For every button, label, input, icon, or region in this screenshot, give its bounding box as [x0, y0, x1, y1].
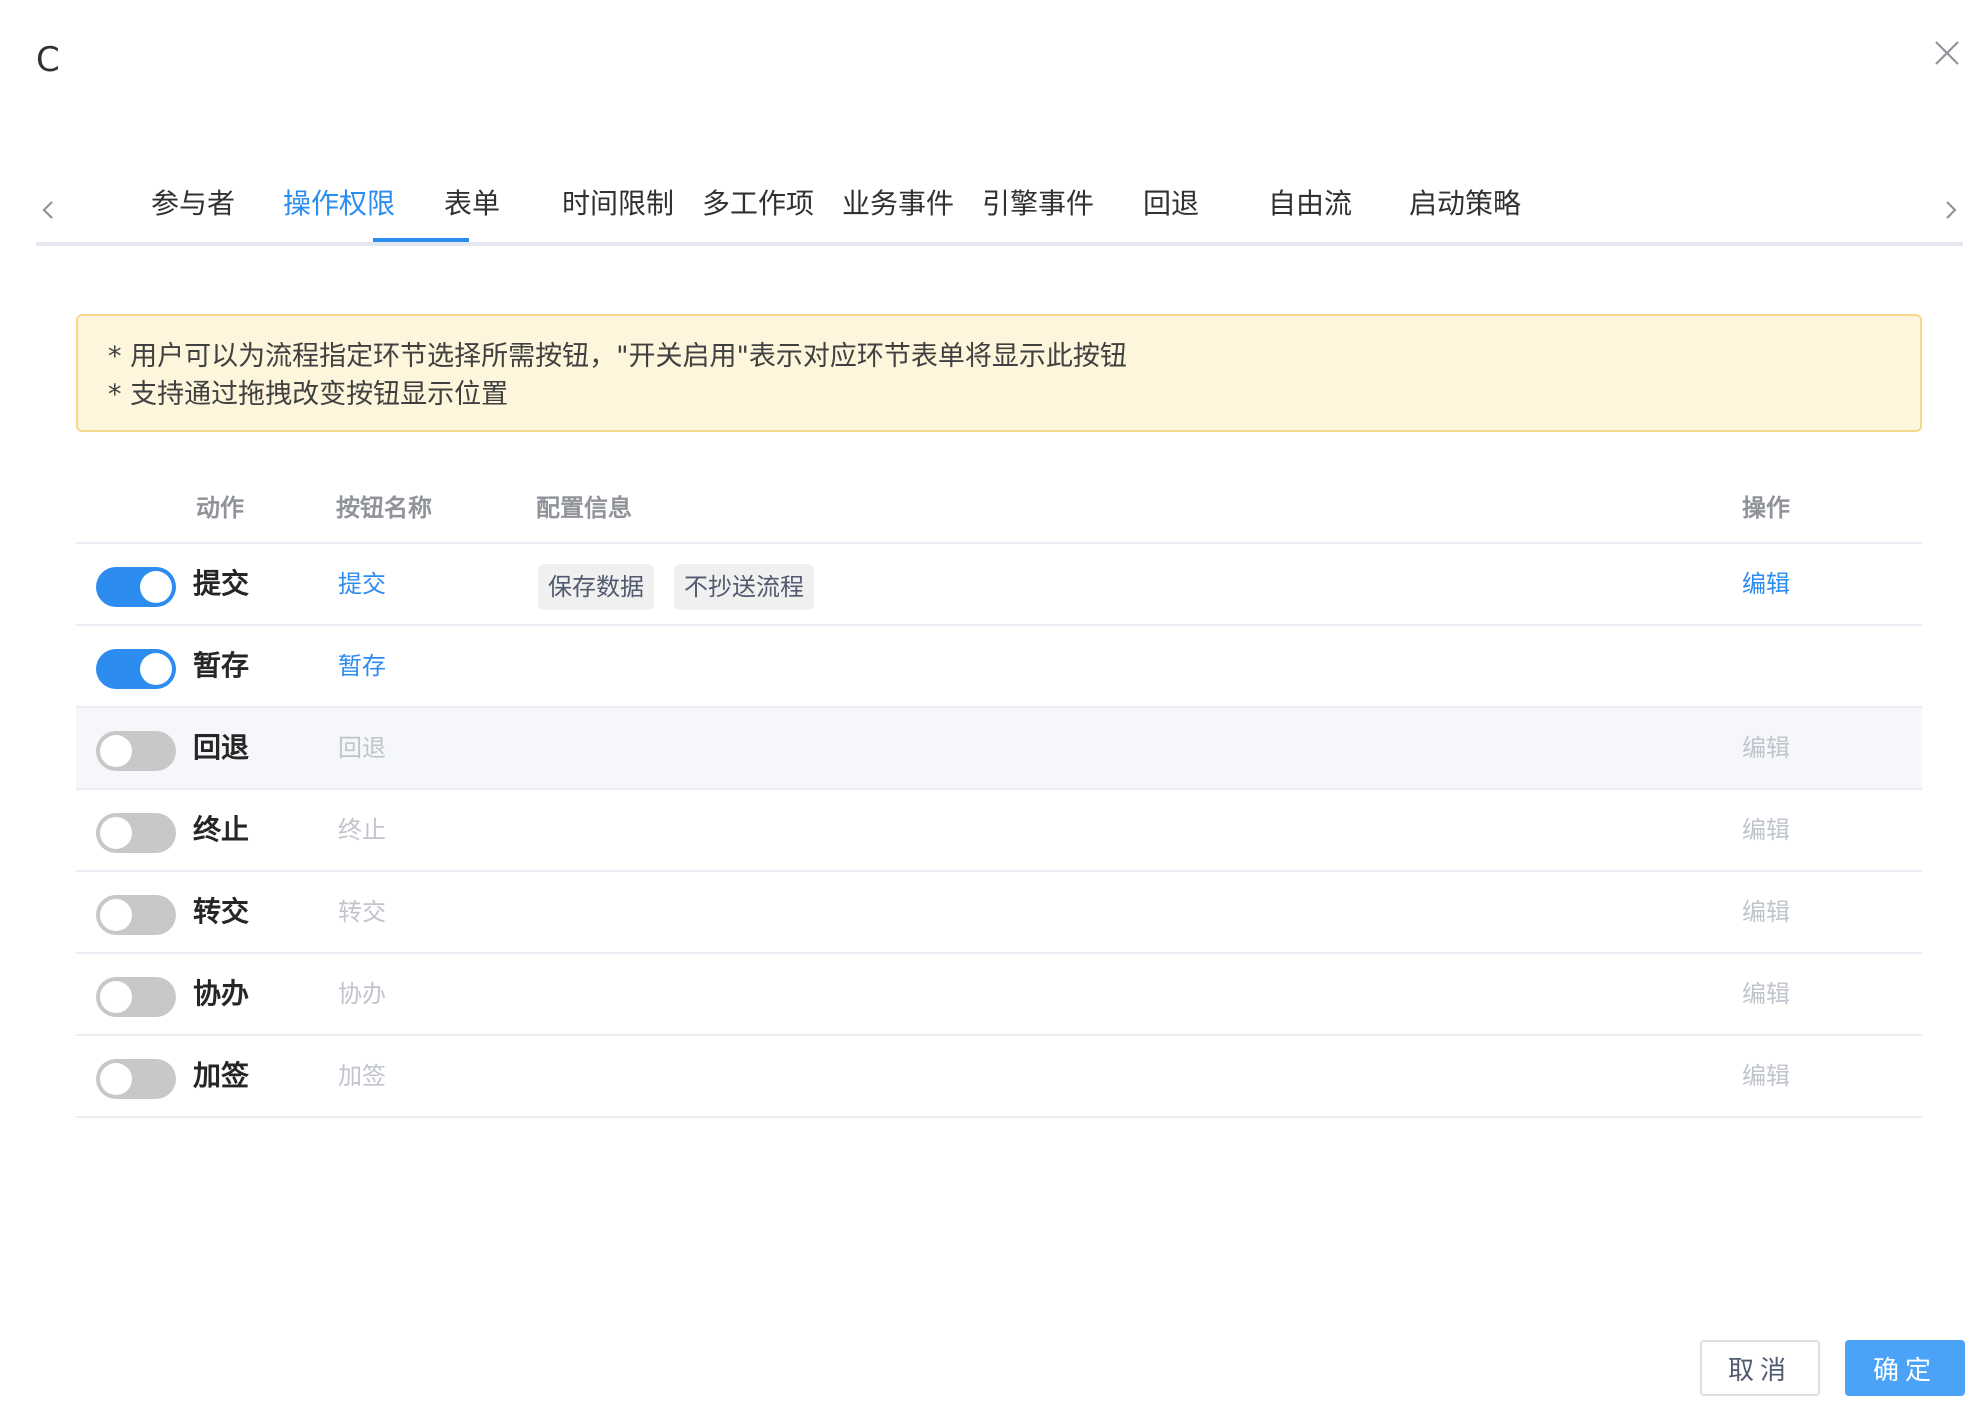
confirm-button[interactable]: 确定	[1845, 1340, 1965, 1396]
header-action: 动作	[196, 494, 244, 522]
config-tag: 不抄送流程	[674, 564, 814, 610]
tab-participants[interactable]: 参与者	[151, 184, 235, 242]
table-row: 回退 回退 编辑	[76, 708, 1922, 790]
dialog-title: C	[36, 40, 60, 80]
edit-link[interactable]: 编辑	[1742, 566, 1790, 602]
button-name-link[interactable]: 转交	[338, 894, 386, 930]
switch-knob	[100, 735, 132, 767]
button-name-link[interactable]: 暂存	[338, 648, 386, 684]
header-operation: 操作	[1742, 494, 1790, 522]
tab-rollback[interactable]: 回退	[1143, 184, 1199, 242]
enable-switch[interactable]	[96, 649, 176, 689]
enable-switch[interactable]	[96, 567, 176, 607]
action-label: 回退	[193, 731, 250, 764]
config-tags: 保存数据 不抄送流程	[538, 564, 814, 610]
tab-free-flow[interactable]: 自由流	[1268, 184, 1352, 242]
table-body: 提交 提交 保存数据 不抄送流程 编辑 暂存 暂存 回退 回退 编辑 终止 终止 编辑 转交 转交 编辑 协办协…	[76, 544, 1922, 1118]
edit-link[interactable]: 编辑	[1742, 730, 1790, 766]
edit-link[interactable]: 编辑	[1742, 812, 1790, 848]
switch-knob	[100, 899, 132, 931]
action-label: 加签	[193, 1059, 250, 1092]
notice-line: * 支持通过拖拽改变按钮显示位置	[108, 379, 509, 410]
enable-switch[interactable]	[96, 977, 176, 1017]
tab-bar: 参与者 操作权限 表单 时间限制 多工作项 业务事件 引擎事件 回退 自由流 启…	[36, 170, 1963, 246]
tab-time-limit[interactable]: 时间限制	[562, 184, 674, 242]
enable-switch[interactable]	[96, 895, 176, 935]
tab-form[interactable]: 表单	[444, 184, 500, 242]
table-row: 终止 终止 编辑	[76, 790, 1922, 872]
header-button-name: 按钮名称	[336, 494, 432, 522]
tab-multi-workitem[interactable]: 多工作项	[702, 184, 814, 242]
action-label: 终止	[193, 813, 250, 846]
enable-switch[interactable]	[96, 731, 176, 771]
tab-start-strategy[interactable]: 启动策略	[1409, 184, 1521, 242]
action-label: 暂存	[193, 649, 250, 682]
table-row: 转交 转交 编辑	[76, 872, 1922, 954]
table-row: 加签 加签 编辑	[76, 1036, 1922, 1118]
tab-permissions[interactable]: 操作权限	[283, 184, 395, 242]
enable-switch[interactable]	[96, 1059, 176, 1099]
config-tag: 保存数据	[538, 564, 654, 610]
notice-line: * 用户可以为流程指定环节选择所需按钮，"开关启用"表示对应环节表单将显示此按钮	[108, 341, 1127, 372]
table-row: 提交 提交 保存数据 不抄送流程 编辑	[76, 544, 1922, 626]
table-row: 暂存 暂存	[76, 626, 1922, 708]
tab-business-events[interactable]: 业务事件	[842, 184, 954, 242]
switch-knob	[140, 653, 172, 685]
switch-knob	[100, 817, 132, 849]
tab-engine-events[interactable]: 引擎事件	[982, 184, 1094, 242]
enable-switch[interactable]	[96, 813, 176, 853]
action-label: 提交	[193, 567, 250, 600]
tab-active-indicator	[373, 238, 469, 242]
button-name-link[interactable]: 回退	[338, 730, 386, 766]
action-label: 转交	[193, 895, 250, 928]
chevron-right-icon[interactable]	[1939, 192, 1963, 228]
notice-box: * 用户可以为流程指定环节选择所需按钮，"开关启用"表示对应环节表单将显示此按钮…	[76, 314, 1922, 432]
button-name-link[interactable]: 提交	[338, 566, 386, 602]
header-config: 配置信息	[536, 494, 632, 522]
cancel-button[interactable]: 取消	[1700, 1340, 1820, 1396]
button-name-link[interactable]: 终止	[338, 812, 386, 848]
edit-link[interactable]: 编辑	[1742, 894, 1790, 930]
button-name-link[interactable]: 加签	[338, 1058, 386, 1094]
action-label: 协办	[193, 977, 250, 1010]
switch-knob	[100, 1063, 132, 1095]
buttons-table: 动作 按钮名称 配置信息 操作 提交 提交 保存数据 不抄送流程 编辑 暂存 暂存 回退 回退编…	[76, 478, 1922, 1118]
dialog: C 参与者 操作权限 表单 时间限制 多工作项 业务事件 引擎事件 回退 自由流…	[0, 0, 1977, 1421]
switch-knob	[100, 981, 132, 1013]
table-row: 协办 协办 编辑	[76, 954, 1922, 1036]
chevron-left-icon[interactable]	[36, 192, 60, 228]
edit-link[interactable]: 编辑	[1742, 976, 1790, 1012]
button-name-link[interactable]: 协办	[338, 976, 386, 1012]
switch-knob	[140, 571, 172, 603]
edit-link[interactable]: 编辑	[1742, 1058, 1790, 1094]
table-header: 动作 按钮名称 配置信息 操作	[76, 478, 1922, 544]
close-icon[interactable]	[1930, 36, 1964, 70]
